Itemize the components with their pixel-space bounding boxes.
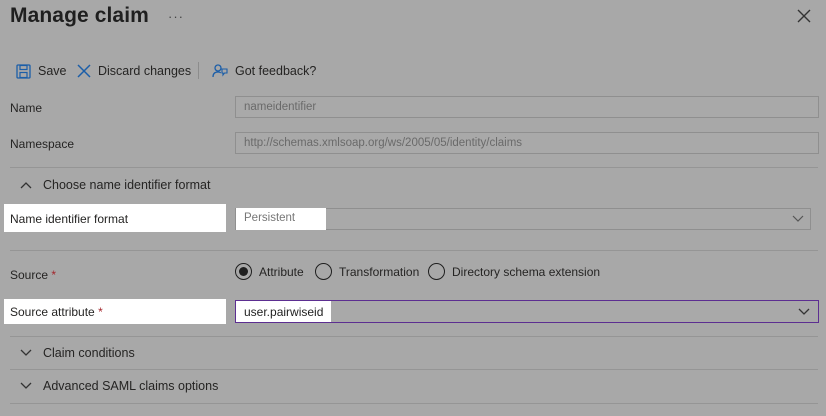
- namespace-label: Namespace: [10, 137, 75, 151]
- radio-unselected-icon: [315, 263, 332, 280]
- source-attribute-label: Source attribute *: [10, 305, 103, 319]
- source-label-text: Source: [10, 268, 49, 282]
- required-marker: *: [51, 268, 57, 282]
- divider: [10, 167, 818, 168]
- name-identifier-section-label: Choose name identifier format: [43, 178, 211, 192]
- divider: [10, 369, 818, 370]
- toolbar-separator: [198, 62, 199, 79]
- chevron-up-icon: [20, 182, 32, 189]
- name-identifier-section-toggle[interactable]: Choose name identifier format: [20, 177, 210, 193]
- save-label: Save: [38, 64, 67, 78]
- chevron-down-icon: [20, 382, 32, 389]
- page-title: Manage claim: [10, 4, 149, 27]
- required-marker: *: [98, 305, 103, 319]
- discard-changes-label: Discard changes: [98, 64, 192, 78]
- advanced-saml-label: Advanced SAML claims options: [43, 379, 219, 393]
- discard-changes-button[interactable]: Discard changes: [77, 62, 191, 80]
- got-feedback-label: Got feedback?: [235, 64, 317, 78]
- name-field[interactable]: nameidentifier: [235, 96, 819, 118]
- got-feedback-button[interactable]: Got feedback?: [212, 62, 316, 80]
- radio-transformation[interactable]: Transformation: [315, 263, 419, 280]
- discard-icon: [77, 64, 91, 78]
- radio-attribute[interactable]: Attribute: [235, 263, 304, 280]
- save-icon: [16, 63, 31, 79]
- name-id-format-value: Persistent: [236, 207, 326, 230]
- divider: [10, 250, 818, 251]
- divider: [10, 403, 818, 404]
- name-id-format-label: Name identifier format: [10, 212, 129, 226]
- source-label: Source *: [10, 268, 56, 282]
- radio-selected-icon: [235, 263, 252, 280]
- source-attribute-dropdown[interactable]: user.pairwiseid: [235, 300, 819, 323]
- close-icon[interactable]: [797, 9, 811, 23]
- claim-conditions-section-toggle[interactable]: Claim conditions: [20, 345, 135, 361]
- chevron-down-icon: [798, 308, 810, 315]
- feedback-icon: [212, 64, 228, 78]
- claim-conditions-label: Claim conditions: [43, 346, 135, 360]
- radio-attribute-label: Attribute: [259, 264, 304, 279]
- more-options-button[interactable]: ···: [168, 9, 184, 24]
- name-id-format-dropdown[interactable]: Persistent: [235, 207, 811, 230]
- radio-directory-schema-extension[interactable]: Directory schema extension: [428, 263, 600, 280]
- source-attribute-value: user.pairwiseid: [236, 301, 332, 322]
- advanced-saml-section-toggle[interactable]: Advanced SAML claims options: [20, 378, 218, 394]
- radio-directory-schema-extension-label: Directory schema extension: [452, 264, 601, 279]
- namespace-field[interactable]: http://schemas.xmlsoap.org/ws/2005/05/id…: [235, 132, 819, 154]
- source-attribute-label-text: Source attribute: [10, 305, 95, 319]
- radio-transformation-label: Transformation: [339, 264, 420, 279]
- save-button[interactable]: Save: [16, 62, 67, 80]
- chevron-down-icon: [20, 349, 32, 356]
- radio-unselected-icon: [428, 263, 445, 280]
- name-label: Name: [10, 101, 43, 115]
- chevron-down-icon: [792, 215, 804, 222]
- divider: [10, 336, 818, 337]
